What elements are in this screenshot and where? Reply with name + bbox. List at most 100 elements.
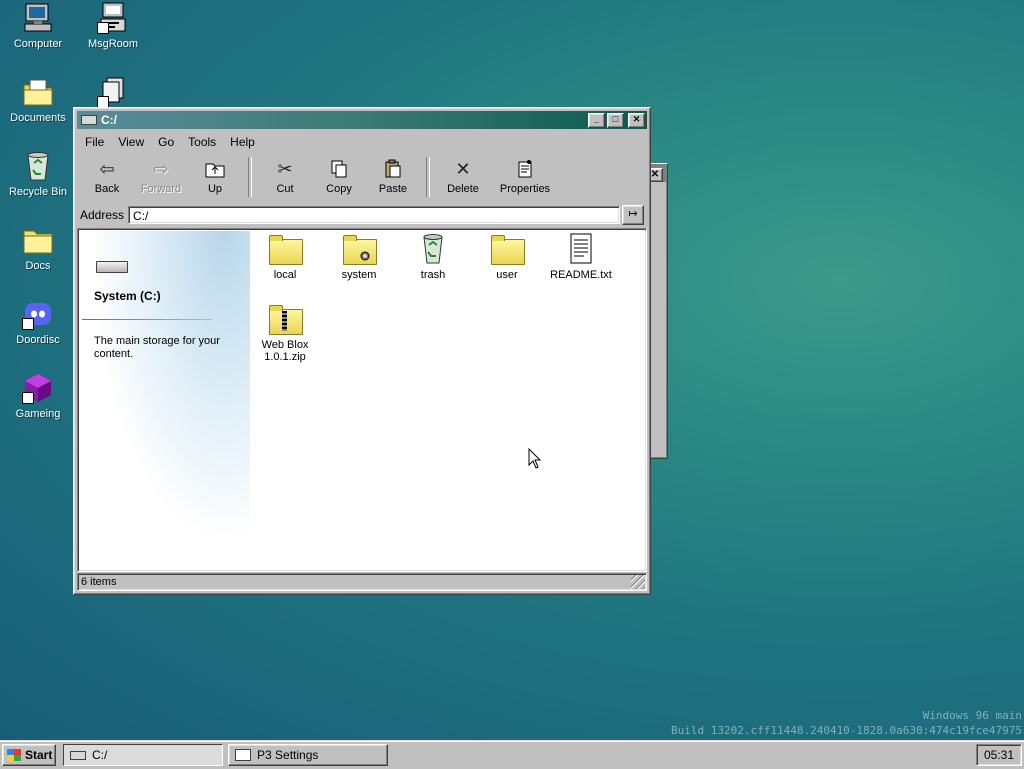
delete-label: Delete (447, 183, 479, 195)
file-item-web-blox-zip[interactable]: Web Blox 1.0.1.zip (248, 299, 322, 363)
menu-help[interactable]: Help (222, 133, 261, 151)
hard-drive-icon (96, 261, 128, 275)
shortcut-icon: ↗ (97, 76, 129, 108)
start-button[interactable]: Start (2, 744, 56, 766)
drive-icon (81, 115, 97, 125)
menubar: File View Go Tools Help (77, 132, 647, 152)
drive-icon (70, 750, 86, 760)
desktop-icon-doordisc[interactable]: ↗ Doordisc (1, 298, 75, 347)
file-item-system[interactable]: system (322, 229, 396, 281)
msgroom-icon: ↗ (97, 2, 129, 34)
shortcut-arrow-icon: ↗ (97, 22, 109, 34)
file-label: system (341, 269, 377, 281)
desktop-icon-label: MsgRoom (87, 38, 139, 50)
desktop-icon-label: Recycle Bin (8, 186, 68, 198)
explorer-titlebar[interactable]: C:/ _ □ ✕ (77, 111, 647, 129)
clipboard-icon (366, 159, 420, 181)
menu-tools[interactable]: Tools (180, 133, 222, 151)
taskbar-item-label: P3 Settings (257, 748, 319, 762)
back-button[interactable]: ⇦ Back (80, 155, 134, 199)
file-item-local[interactable]: local (248, 229, 322, 281)
paste-label: Paste (378, 183, 408, 195)
taskbar-item-explorer[interactable]: C:/ (63, 744, 223, 766)
copy-icon (312, 159, 366, 181)
desktop-icon-label: Gameing (15, 408, 61, 420)
maximize-button[interactable]: □ (607, 112, 624, 128)
recycle-bin-icon (416, 233, 450, 265)
shortcut-arrow-icon: ↗ (22, 392, 34, 404)
toolbar: ⇦ Back ⇨ Forward Up ✂ Cut Copy Paste ✕ D… (80, 155, 644, 201)
file-grid: local system trash user README.txt Web B… (248, 229, 646, 571)
recycle-bin-icon (22, 150, 54, 182)
desktop-icon-gameing[interactable]: ↗ Gameing (1, 372, 75, 421)
address-bar: Address C:/ ↦ (80, 204, 644, 226)
start-label: Start (25, 748, 53, 762)
minimize-button[interactable]: _ (588, 112, 605, 128)
documents-folder-icon (22, 76, 54, 108)
address-go-button[interactable]: ↦ (622, 205, 644, 225)
taskbar-item-p3-settings[interactable]: P3 Settings (228, 744, 388, 766)
menu-view[interactable]: View (110, 133, 150, 151)
properties-button[interactable]: Properties (490, 155, 560, 199)
window-title: C:/ (101, 113, 117, 127)
file-view[interactable]: System (C:) The main storage for your co… (77, 228, 647, 572)
menu-go[interactable]: Go (150, 133, 180, 151)
doordisc-icon: ↗ (22, 298, 54, 330)
forward-label: Forward (140, 183, 182, 195)
system-folder-icon (342, 233, 377, 265)
desktop-icon-recycle-bin[interactable]: Recycle Bin (1, 150, 75, 199)
mouse-cursor-icon (528, 448, 542, 469)
windows-logo-icon (7, 749, 21, 761)
desktop: Computer ↗ MsgRoom Documents ↗ Recycle B… (0, 0, 1024, 740)
menu-file[interactable]: File (77, 133, 110, 151)
settings-window-icon (235, 749, 251, 761)
copy-label: Copy (326, 183, 352, 195)
resize-grip-icon[interactable] (631, 575, 645, 589)
status-item-count: 6 items (77, 573, 647, 591)
back-arrow-icon: ⇦ (99, 159, 115, 179)
sidebar-divider (82, 319, 212, 320)
desktop-icon-label: Doordisc (16, 334, 60, 346)
folder-icon (268, 233, 303, 265)
sidebar-title: System (C:) (94, 289, 161, 303)
taskbar: Start C:/ P3 Settings 05:31 (0, 740, 1024, 769)
folder-icon (22, 224, 54, 256)
desktop-icon-documents[interactable]: Documents (1, 76, 75, 125)
text-file-icon (564, 233, 598, 265)
desktop-icon-label: Computer (13, 38, 63, 50)
scissors-icon: ✂ (277, 159, 293, 179)
file-label: user (496, 269, 518, 281)
cut-label: Cut (276, 183, 294, 195)
paste-button[interactable]: Paste (366, 155, 420, 199)
build-watermark-line1: Windows 96 main (922, 709, 1022, 722)
address-label: Address (80, 208, 125, 222)
computer-icon (22, 2, 54, 34)
cut-button[interactable]: ✂ Cut (258, 155, 312, 199)
back-label: Back (94, 183, 120, 195)
status-bar: 6 items (77, 573, 647, 591)
desktop-icon-computer[interactable]: Computer (1, 2, 75, 51)
desktop-icon-docs[interactable]: Docs (1, 224, 75, 273)
up-button[interactable]: Up (188, 155, 242, 199)
delete-x-icon: ✕ (455, 159, 471, 179)
properties-icon (490, 159, 560, 181)
taskbar-clock[interactable]: 05:31 (976, 744, 1022, 766)
explorer-window[interactable]: C:/ _ □ ✕ File View Go Tools Help ⇦ Back… (73, 107, 651, 595)
sidebar-description: The main storage for your content. (94, 335, 220, 360)
up-folder-icon (188, 159, 242, 181)
build-watermark-line2: Build 13202.cff11448.240410-1828.0a630:4… (671, 724, 1022, 737)
properties-label: Properties (499, 183, 551, 195)
toolbar-separator (426, 157, 430, 197)
file-item-readme[interactable]: README.txt (544, 229, 618, 281)
desktop-icon-msgroom[interactable]: ↗ MsgRoom (76, 2, 150, 51)
file-item-trash[interactable]: trash (396, 229, 470, 281)
close-button[interactable]: ✕ (628, 112, 645, 128)
desktop-icon-label: Documents (10, 112, 66, 124)
file-label: trash (420, 269, 446, 281)
forward-button[interactable]: ⇨ Forward (134, 155, 188, 199)
file-item-user[interactable]: user (470, 229, 544, 281)
address-input[interactable]: C:/ (128, 206, 620, 224)
delete-button[interactable]: ✕ Delete (436, 155, 490, 199)
zip-folder-icon (268, 303, 303, 335)
copy-button[interactable]: Copy (312, 155, 366, 199)
